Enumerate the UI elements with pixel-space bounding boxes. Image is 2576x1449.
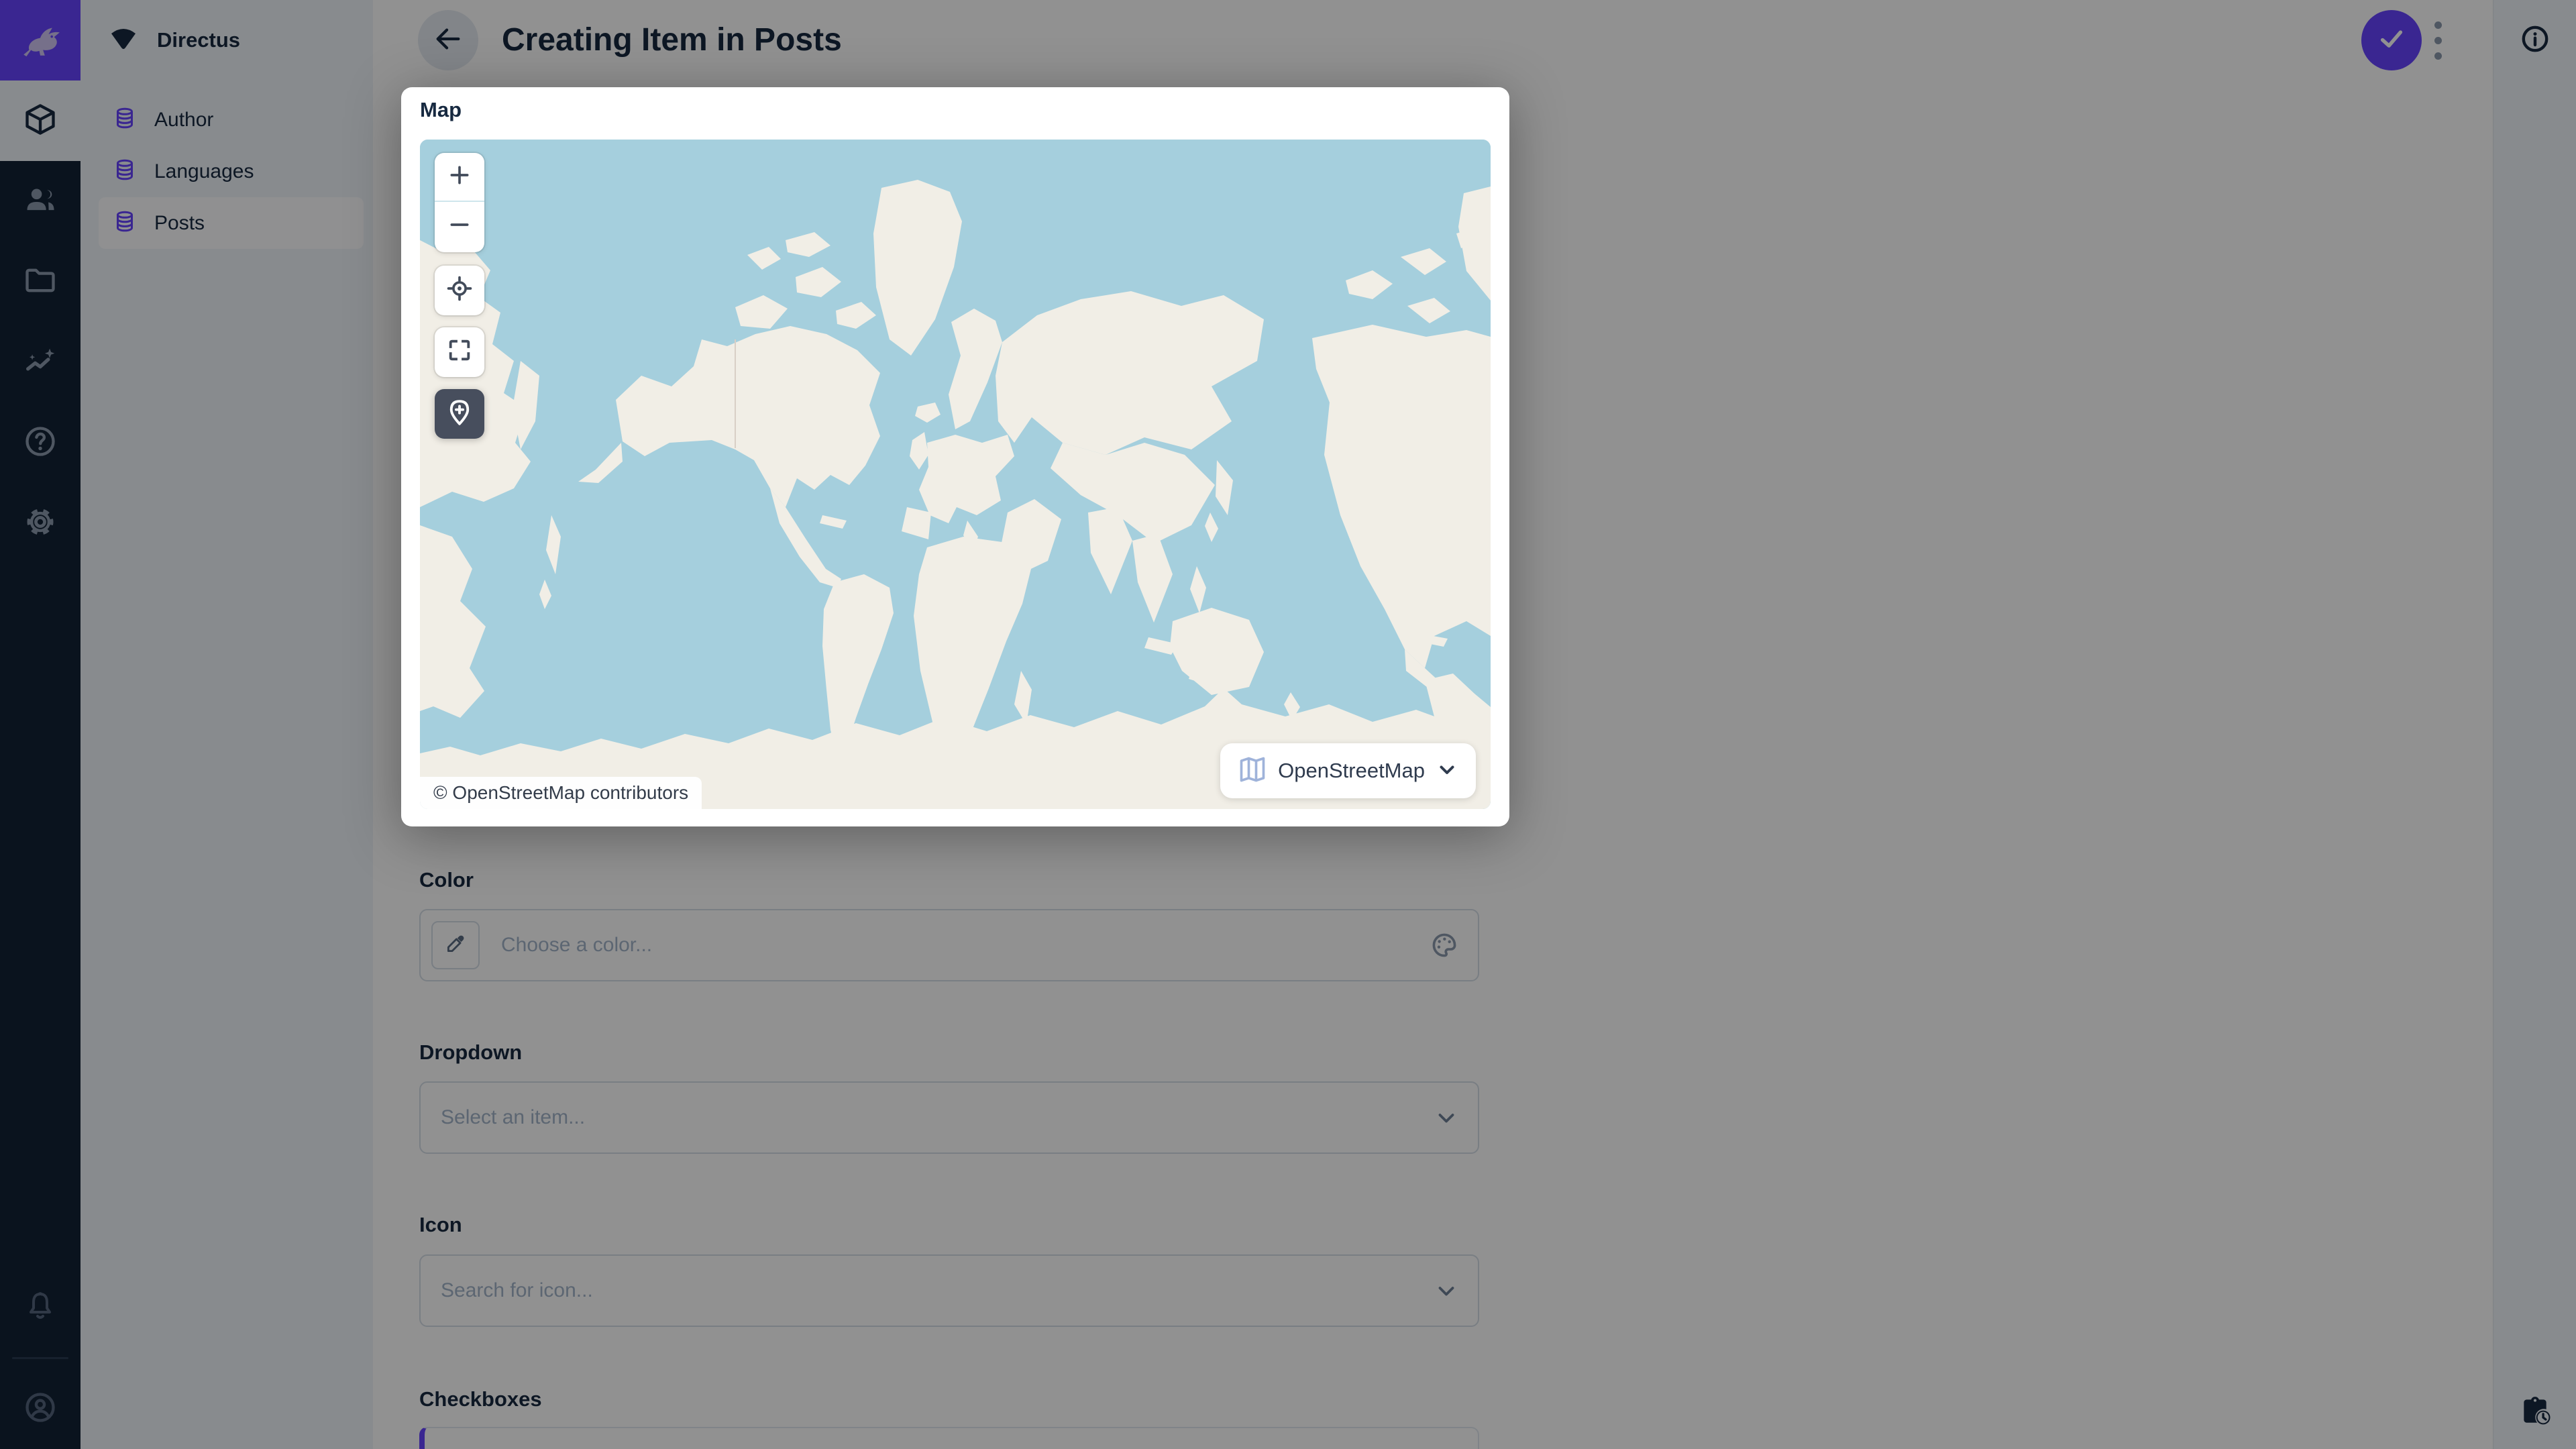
fullscreen-icon (446, 337, 473, 367)
add-location-control (435, 389, 484, 439)
map-field-label: Map (420, 98, 462, 121)
basemap-selector[interactable]: OpenStreetMap (1220, 743, 1476, 798)
fullscreen-control (435, 327, 484, 377)
map-canvas[interactable]: © OpenStreetMap contributors OpenStreetM… (420, 140, 1491, 809)
minus-icon (446, 211, 473, 241)
geolocate-control (435, 266, 484, 315)
plus-icon (446, 162, 473, 192)
add-location-button[interactable] (435, 389, 484, 439)
map-field-card: Map © OpenStreetMap contributors OpenStr… (401, 87, 1509, 826)
geolocate-button[interactable] (435, 266, 484, 315)
zoom-in-button[interactable] (435, 153, 484, 202)
pin-plus-icon (445, 398, 474, 430)
basemap-label: OpenStreetMap (1278, 759, 1425, 782)
fullscreen-button[interactable] (435, 327, 484, 376)
map-attribution: © OpenStreetMap contributors (420, 777, 702, 809)
zoom-out-button[interactable] (435, 202, 484, 251)
zoom-control (435, 153, 484, 252)
geolocate-icon (445, 274, 474, 306)
map-layer-icon (1238, 755, 1267, 788)
world-map (420, 140, 1491, 809)
app-root: Directus Author Languages Posts Creating… (0, 0, 2576, 1449)
chevron-down-icon (1436, 758, 1458, 784)
